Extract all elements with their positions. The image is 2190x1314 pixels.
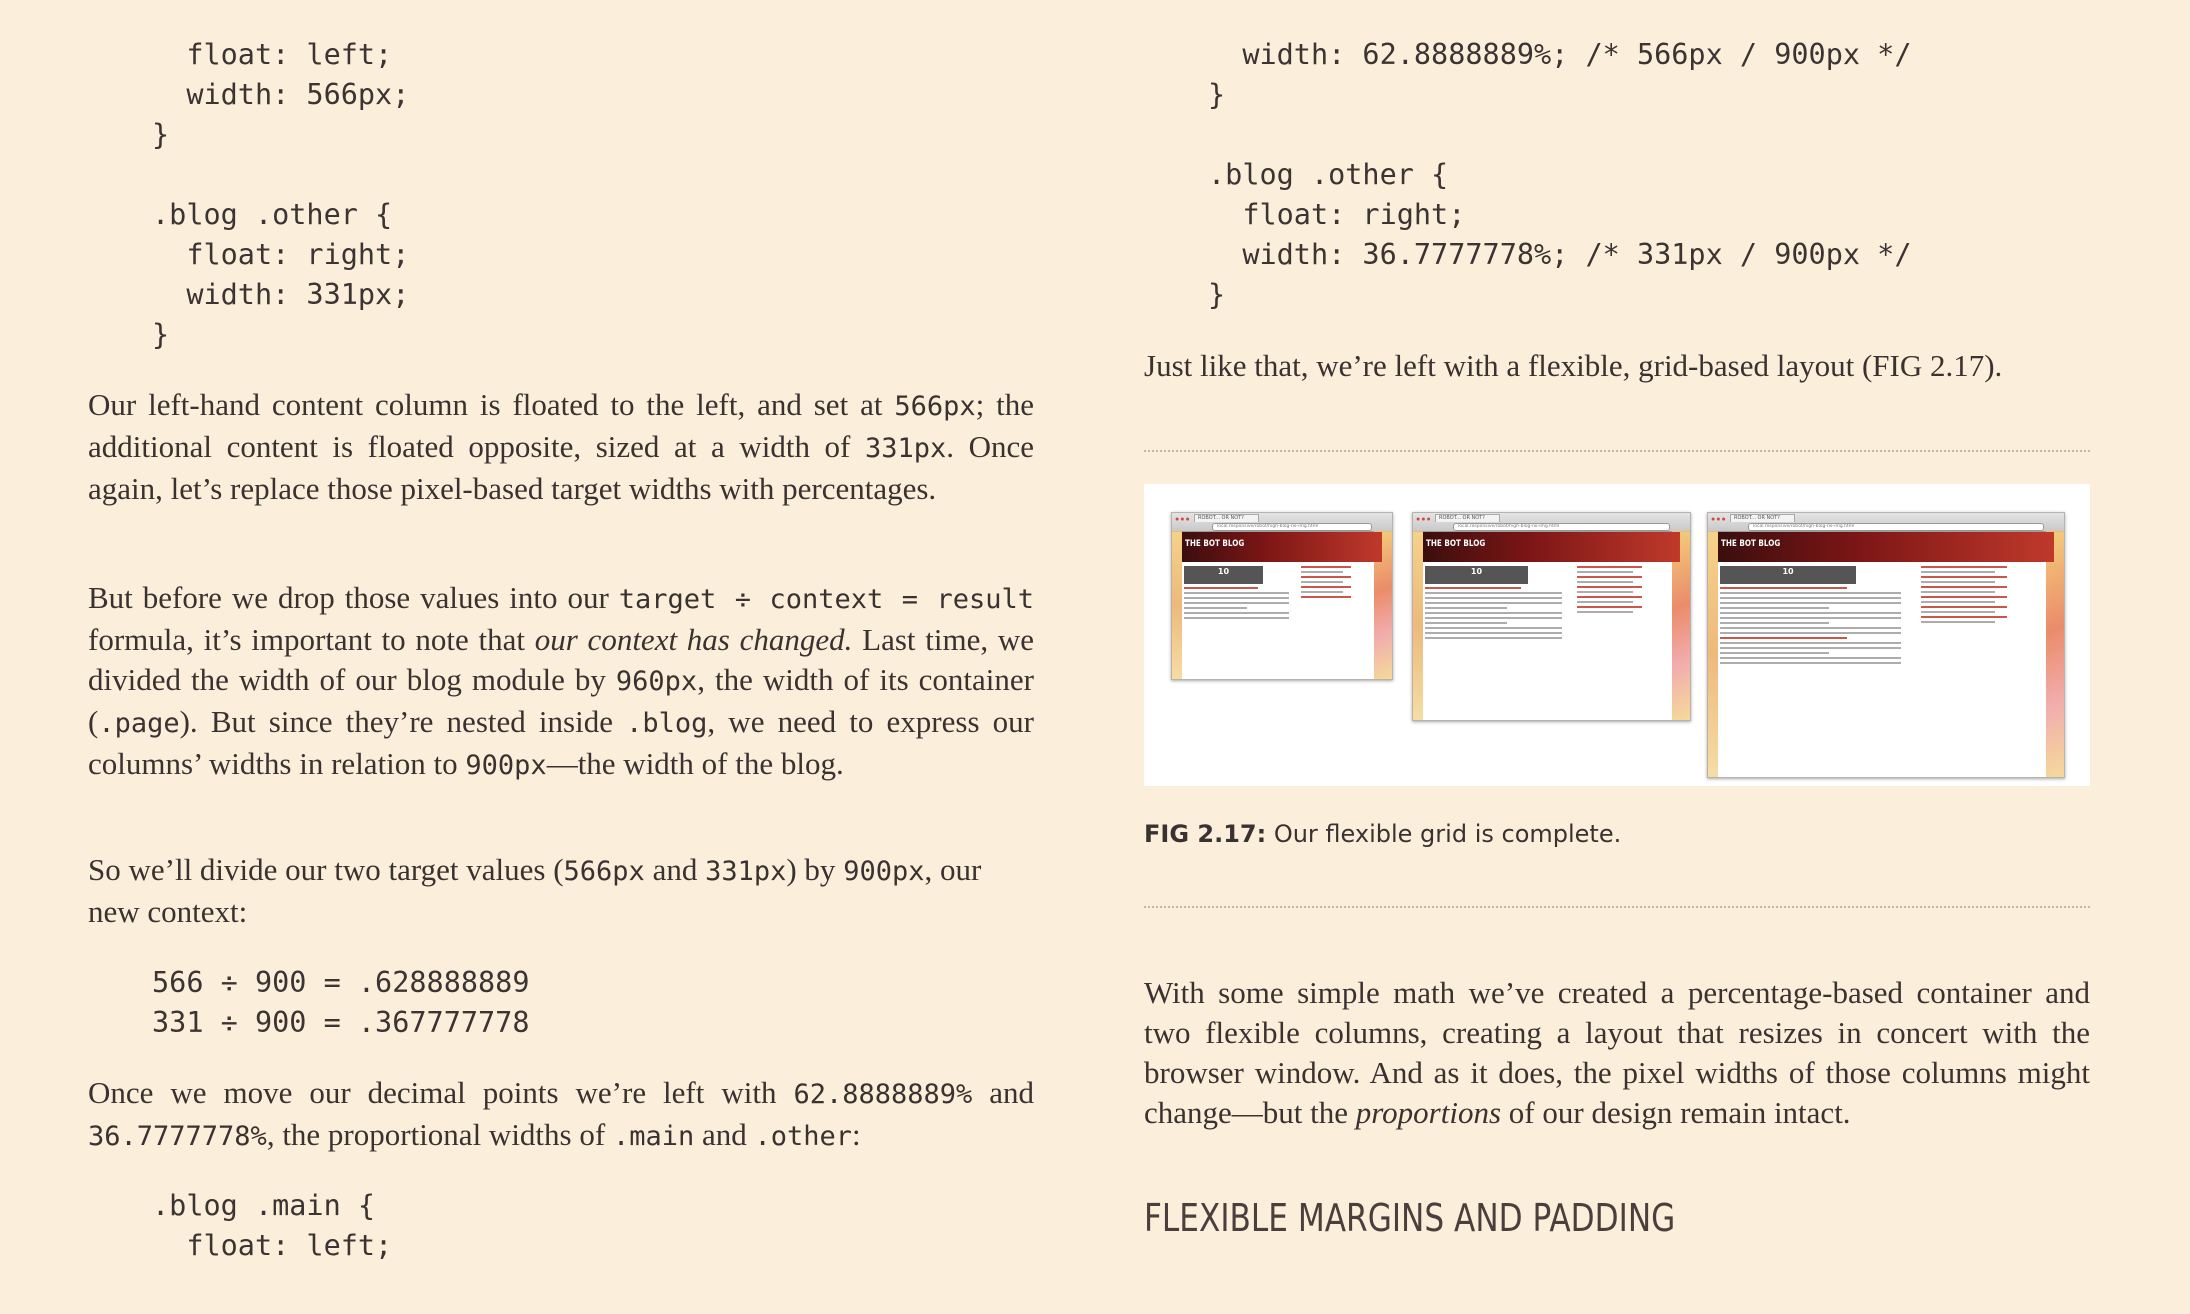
figure-2-17: ●●● ROBOT... OR NOT? local.responsive/robo… [1144,484,2090,786]
browser-screenshot-medium: ●●● ROBOT... OR NOT? local.responsive/robo… [1412,512,1691,721]
section-heading: FLEXIBLE MARGINS AND PADDING [1144,1196,1676,1240]
code-block-math: 566 ÷ 900 = .628888889 331 ÷ 900 = .3677… [152,966,530,1039]
caption-label: FIG 2.17: [1144,820,1267,848]
code-block-right: width: 62.8888889%; /* 566px / 900px */ … [1208,38,1912,311]
paragraph-right-1: Just like that, we’re left with a flexib… [1144,348,2003,383]
code-block-top: float: left; width: 566px; } .blog .othe… [152,38,410,351]
paragraph-4: Once we move our decimal points we’re le… [88,1075,1034,1152]
paragraph-1: Our left-hand content column is floated … [88,387,1034,506]
browser-screenshot-large: ●●● ROBOT... OR NOT? local.responsive/robo… [1707,512,2065,778]
divider-bottom [1144,906,2090,908]
figure-caption: FIG 2.17: Our flexible grid is complete. [1144,820,1621,848]
code-block-bottom: .blog .main { float: left; [152,1189,393,1262]
browser-screenshot-small: ●●● ROBOT... OR NOT? local.responsive/robo… [1171,512,1393,680]
paragraph-right-2: With some simple math we’ve created a pe… [1144,975,2090,1130]
paragraph-2: But before we drop those values into our… [88,580,1034,781]
caption-text: Our flexible grid is complete. [1266,820,1622,848]
paragraph-3: So we’ll divide our two target values (5… [88,852,982,929]
divider-top [1144,450,2090,452]
